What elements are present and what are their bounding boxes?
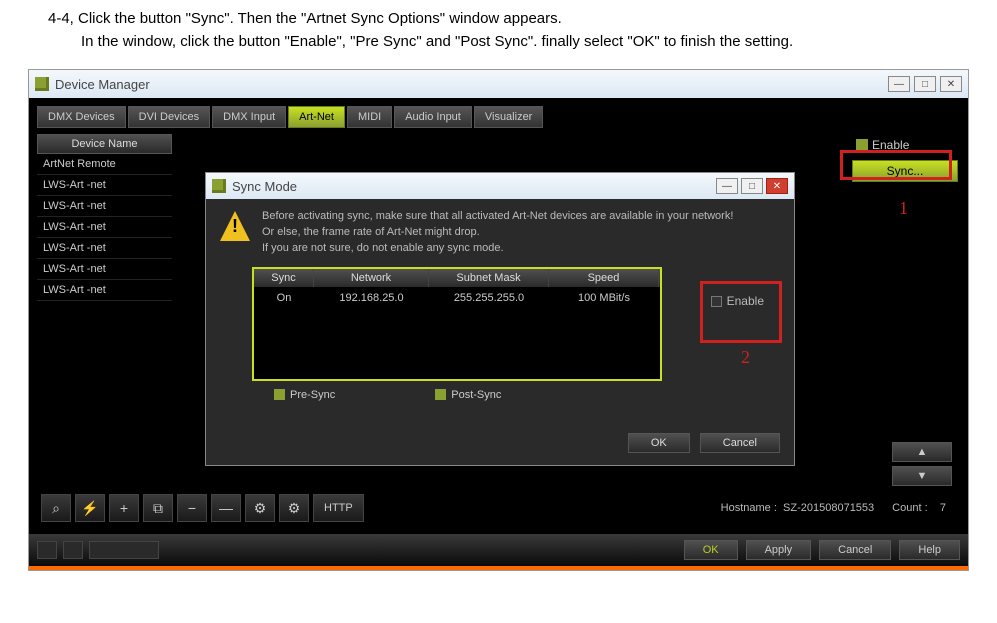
http-button[interactable]: HTTP xyxy=(313,494,364,522)
tab-bar: DMX Devices DVI Devices DMX Input Art-Ne… xyxy=(37,106,960,128)
cell-subnet: 255.255.255.0 xyxy=(429,287,549,309)
dialog-icon xyxy=(212,179,226,193)
status-info: Hostname : SZ-201508071553 Count : 7 xyxy=(721,502,946,514)
right-panel: Enable Sync... xyxy=(850,134,960,484)
dialog-enable-toggle[interactable]: Enable xyxy=(705,291,770,311)
warning-icon: ! xyxy=(220,211,250,241)
cell-sync: On xyxy=(254,287,314,309)
copy-button[interactable]: ⧉ xyxy=(143,494,173,522)
annotation-number-1: 1 xyxy=(899,198,908,219)
checkbox-icon xyxy=(711,296,722,307)
enable-label: Enable xyxy=(872,138,909,152)
checkbox-icon xyxy=(856,139,868,151)
col-speed: Speed xyxy=(549,269,659,287)
footer-icon[interactable] xyxy=(89,541,159,559)
col-subnet: Subnet Mask xyxy=(429,269,549,287)
dialog-titlebar: Sync Mode — □ ✕ xyxy=(206,173,794,199)
checkbox-icon xyxy=(274,389,285,400)
device-list-header: Device Name xyxy=(37,134,172,154)
help-button[interactable]: Help xyxy=(899,540,960,560)
network-table: Sync Network Subnet Mask Speed On 192.16… xyxy=(252,267,662,381)
search-button[interactable]: ⌕ xyxy=(41,494,71,522)
bottom-toolbar: ⌕ ⚡ + ⧉ − — ⚙ ⚙ HTTP Hostname : SZ-20150… xyxy=(37,490,960,526)
count-value: 7 xyxy=(940,502,946,514)
bolt-button[interactable]: ⚡ xyxy=(75,494,105,522)
device-list-item[interactable]: LWS-Art -net xyxy=(37,217,172,238)
warning-line: Or else, the frame rate of Art-Net might… xyxy=(262,225,733,241)
annotation-number-2: 2 xyxy=(741,347,750,368)
cancel-button[interactable]: Cancel xyxy=(819,540,891,560)
minus-button[interactable]: − xyxy=(177,494,207,522)
dialog-minimize-button[interactable]: — xyxy=(716,178,738,194)
hostname-label: Hostname : xyxy=(721,502,777,514)
count-label: Count : xyxy=(892,502,927,514)
post-sync-label: Post-Sync xyxy=(451,389,501,401)
tab-dmx-devices[interactable]: DMX Devices xyxy=(37,106,126,128)
footer: OK Apply Cancel Help xyxy=(29,534,968,566)
minimize-button[interactable]: — xyxy=(888,76,910,92)
ok-button[interactable]: OK xyxy=(684,540,738,560)
tab-dvi-devices[interactable]: DVI Devices xyxy=(128,106,211,128)
instruction-step: 4-4, Click the button "Sync". Then the "… xyxy=(48,8,997,31)
delete-button[interactable]: — xyxy=(211,494,241,522)
dialog-enable-label: Enable xyxy=(727,294,764,308)
hostname-value: SZ-201508071553 xyxy=(783,502,874,514)
arrow-buttons: ▲ ▼ xyxy=(892,442,952,486)
device-list-item[interactable]: LWS-Art -net xyxy=(37,280,172,301)
tab-dmx-input[interactable]: DMX Input xyxy=(212,106,286,128)
tab-midi[interactable]: MIDI xyxy=(347,106,392,128)
enable-toggle[interactable]: Enable xyxy=(852,136,958,154)
plus-button[interactable]: + xyxy=(109,494,139,522)
col-network: Network xyxy=(314,269,429,287)
dialog-ok-button[interactable]: OK xyxy=(628,433,690,453)
titlebar: Device Manager — □ ✕ xyxy=(29,70,968,98)
close-button[interactable]: ✕ xyxy=(940,76,962,92)
tab-audio-input[interactable]: Audio Input xyxy=(394,106,472,128)
device-list-item[interactable]: LWS-Art -net xyxy=(37,196,172,217)
arrow-down-button[interactable]: ▼ xyxy=(892,466,952,486)
sync-button[interactable]: Sync... xyxy=(852,160,958,182)
col-sync: Sync xyxy=(254,269,314,287)
arrow-up-button[interactable]: ▲ xyxy=(892,442,952,462)
maximize-button[interactable]: □ xyxy=(914,76,936,92)
orange-bar xyxy=(29,566,968,570)
dialog-maximize-button[interactable]: □ xyxy=(741,178,763,194)
device-list-item[interactable]: ArtNet Remote xyxy=(37,154,172,175)
dialog-body: ! Before activating sync, make sure that… xyxy=(206,199,794,425)
device-list-item[interactable]: LWS-Art -net xyxy=(37,175,172,196)
dialog-footer: OK Cancel xyxy=(206,425,794,465)
warning-text: Before activating sync, make sure that a… xyxy=(262,209,733,257)
instruction-detail: In the window, click the button "Enable"… xyxy=(48,31,997,54)
app-icon xyxy=(35,77,49,91)
footer-icon[interactable] xyxy=(37,541,57,559)
tab-art-net[interactable]: Art-Net xyxy=(288,106,345,128)
checkbox-icon xyxy=(435,389,446,400)
table-row[interactable]: On 192.168.25.0 255.255.255.0 100 MBit/s xyxy=(254,287,660,309)
pre-sync-toggle[interactable]: Pre-Sync xyxy=(274,389,335,401)
device-list-item[interactable]: LWS-Art -net xyxy=(37,259,172,280)
window-title: Device Manager xyxy=(55,77,150,92)
device-list: Device Name ArtNet Remote LWS-Art -net L… xyxy=(37,134,172,484)
warning-line: Before activating sync, make sure that a… xyxy=(262,209,733,225)
gear1-button[interactable]: ⚙ xyxy=(245,494,275,522)
tab-visualizer[interactable]: Visualizer xyxy=(474,106,544,128)
dialog-title: Sync Mode xyxy=(232,179,297,194)
dialog-close-button[interactable]: ✕ xyxy=(766,178,788,194)
instructions: 4-4, Click the button "Sync". Then the "… xyxy=(0,0,997,61)
post-sync-toggle[interactable]: Post-Sync xyxy=(435,389,501,401)
apply-button[interactable]: Apply xyxy=(746,540,812,560)
cell-speed: 100 MBit/s xyxy=(549,287,659,309)
dialog-cancel-button[interactable]: Cancel xyxy=(700,433,780,453)
device-list-item[interactable]: LWS-Art -net xyxy=(37,238,172,259)
cell-network: 192.168.25.0 xyxy=(314,287,429,309)
warning-line: If you are not sure, do not enable any s… xyxy=(262,241,733,257)
sync-mode-dialog: Sync Mode — □ ✕ ! Before activating sync… xyxy=(205,172,795,466)
gear2-button[interactable]: ⚙ xyxy=(279,494,309,522)
footer-icon[interactable] xyxy=(63,541,83,559)
pre-sync-label: Pre-Sync xyxy=(290,389,335,401)
